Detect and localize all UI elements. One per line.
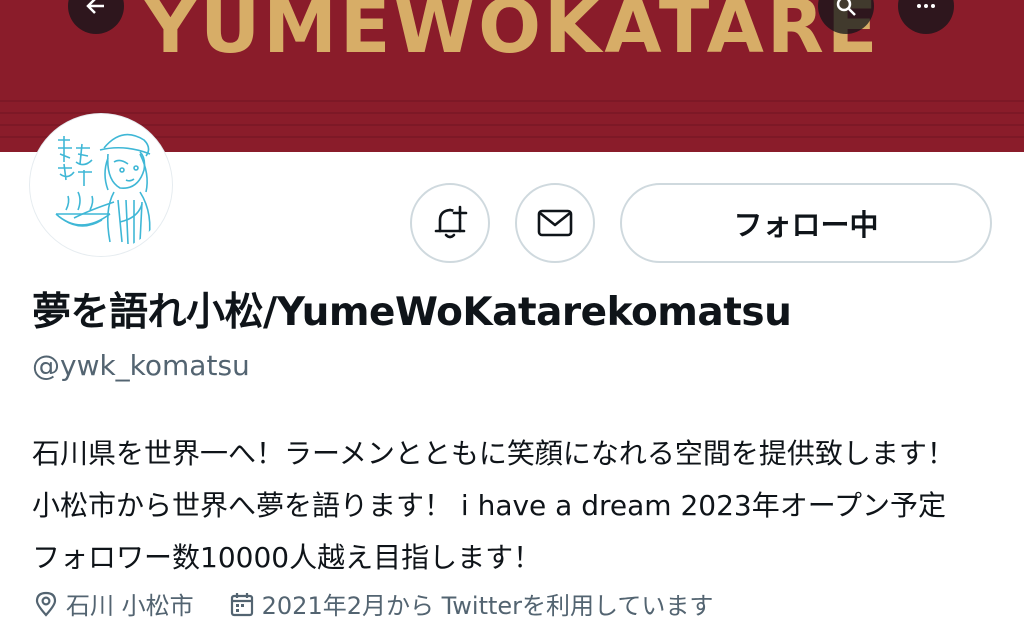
banner-stripe xyxy=(0,112,1024,114)
following-button[interactable]: フォロー中 xyxy=(620,183,992,263)
profile-bio: 石川県を世界一へ！ラーメンとともに笑顔になれる空間を提供致します！小松市から世界… xyxy=(32,437,955,574)
location-item: 石川 小松市 xyxy=(32,586,194,621)
more-icon xyxy=(917,4,935,8)
profile-meta: 石川 小松市 2021年2月から Twitterを利用しています xyxy=(32,586,747,621)
mail-icon xyxy=(537,209,573,237)
location-text: 石川 小松市 xyxy=(66,592,194,620)
following-button-label: フォロー中 xyxy=(733,208,879,242)
display-name: 夢を語れ小松/YumeWoKatarekomatsu xyxy=(32,290,792,335)
calendar-icon xyxy=(230,592,253,616)
search-icon xyxy=(836,0,856,16)
notify-button[interactable] xyxy=(410,183,490,263)
arrow-left-icon xyxy=(86,0,104,14)
profile-avatar[interactable] xyxy=(30,114,172,256)
banner-stripe xyxy=(0,124,1024,126)
location-pin-icon xyxy=(35,591,57,617)
user-handle: @ywk_komatsu xyxy=(32,349,250,382)
banner-stripe xyxy=(0,100,1024,102)
avatar-illustration xyxy=(55,133,151,245)
joined-item: 2021年2月から Twitterを利用しています xyxy=(228,586,714,621)
bell-plus-icon xyxy=(434,205,468,239)
message-button[interactable] xyxy=(515,183,595,263)
profile-banner[interactable]: YUMEWOKATARE xyxy=(0,0,1024,152)
joined-text: 2021年2月から Twitterを利用しています xyxy=(261,592,714,620)
